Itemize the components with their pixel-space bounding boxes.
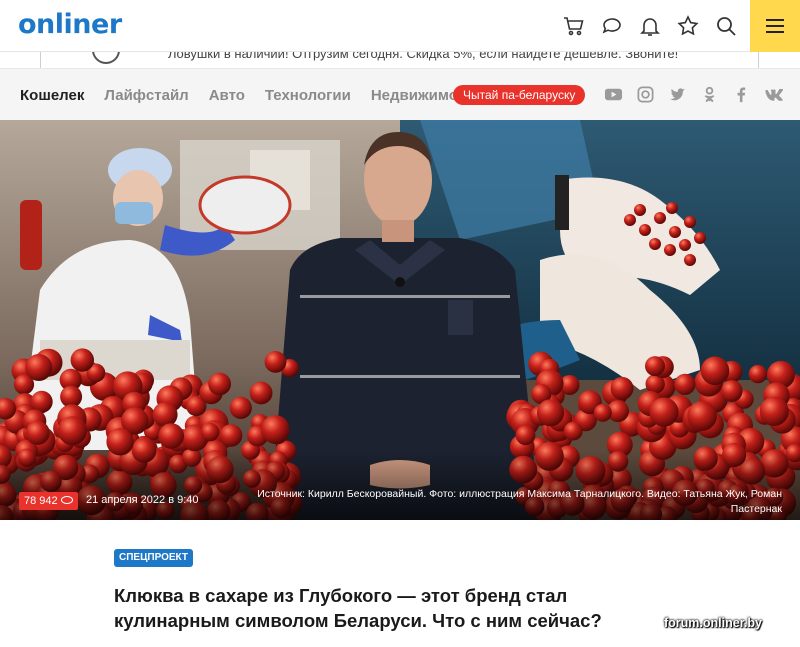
cranberry [593,403,612,422]
cranberry [70,348,95,372]
special-project-badge[interactable]: СПЕЦПРОЕКТ [114,549,194,567]
top-header: onliner [0,0,800,52]
photo-credit: Источник: Кирилл Бескоровайный. Фото: ил… [257,488,782,515]
cart-icon[interactable] [562,14,586,38]
star-icon[interactable] [676,14,700,38]
nav-item-technologies[interactable]: Технологии [265,87,351,104]
instagram-icon[interactable] [636,85,655,104]
nav-links: Кошелек Лайфстайл Авто Технологии Недвиж… [20,69,503,121]
hero-illustration [0,120,800,520]
cranberry [610,376,634,400]
cranberry [229,396,252,419]
cranberry [152,402,178,428]
bell-icon[interactable] [638,14,662,38]
ad-divider [758,52,759,68]
cranberry [264,351,287,373]
cranberry [645,356,665,377]
cranberry [536,399,565,427]
ad-banner[interactable]: SC Ловушки в наличии! Отгрузим сегодня. … [0,52,800,68]
article-headline: Клюква в сахаре из Глубокого — этот брен… [114,585,602,631]
cranberry [261,415,290,444]
cranberry [158,423,184,449]
twitter-icon[interactable] [668,85,687,104]
facebook-icon[interactable] [732,85,751,104]
cranberry [219,424,243,447]
cranberry [720,380,743,402]
cranberry [515,425,536,446]
cranberry [563,421,583,441]
nav-item-lifestyle[interactable]: Лайфстайл [104,87,188,104]
cranberry [57,416,87,446]
cranberry [25,354,53,381]
views-counter: 78 942 [19,492,78,510]
nav-item-auto[interactable]: Авто [209,87,245,104]
read-in-belarusian-button[interactable]: Чытай па-беларуску [453,85,586,105]
hero-image[interactable] [0,120,800,520]
chat-icon[interactable] [600,14,624,38]
eye-icon [60,496,73,505]
odnoklassniki-icon[interactable] [700,85,719,104]
cranberry [649,397,679,427]
cranberry [748,364,768,384]
ad-product-image [92,52,120,64]
forum-watermark: forum.onliner.by [664,616,762,630]
search-icon[interactable] [714,14,738,38]
cranberry [249,381,273,405]
cranberry [700,356,730,386]
cranberry [759,396,789,426]
vk-icon[interactable] [764,85,783,104]
header-icons [562,14,738,38]
cranberry [674,373,696,395]
hamburger-menu-icon[interactable] [750,0,800,52]
cranberry [208,372,232,396]
site-logo[interactable]: onliner [18,6,122,44]
section-navigation: Кошелек Лайфстайл Авто Технологии Недвиж… [0,68,800,120]
ad-divider [40,52,41,68]
ad-text: Ловушки в наличии! Отгрузим сегодня. Ски… [168,52,679,61]
youtube-icon[interactable] [604,85,623,104]
publish-date: 21 апреля 2022 в 9:40 [86,494,199,506]
cranberry [687,401,717,431]
nav-item-koshelek[interactable]: Кошелек [20,87,84,104]
cranberry [201,422,220,442]
social-links [604,85,783,104]
cranberry [25,420,50,445]
